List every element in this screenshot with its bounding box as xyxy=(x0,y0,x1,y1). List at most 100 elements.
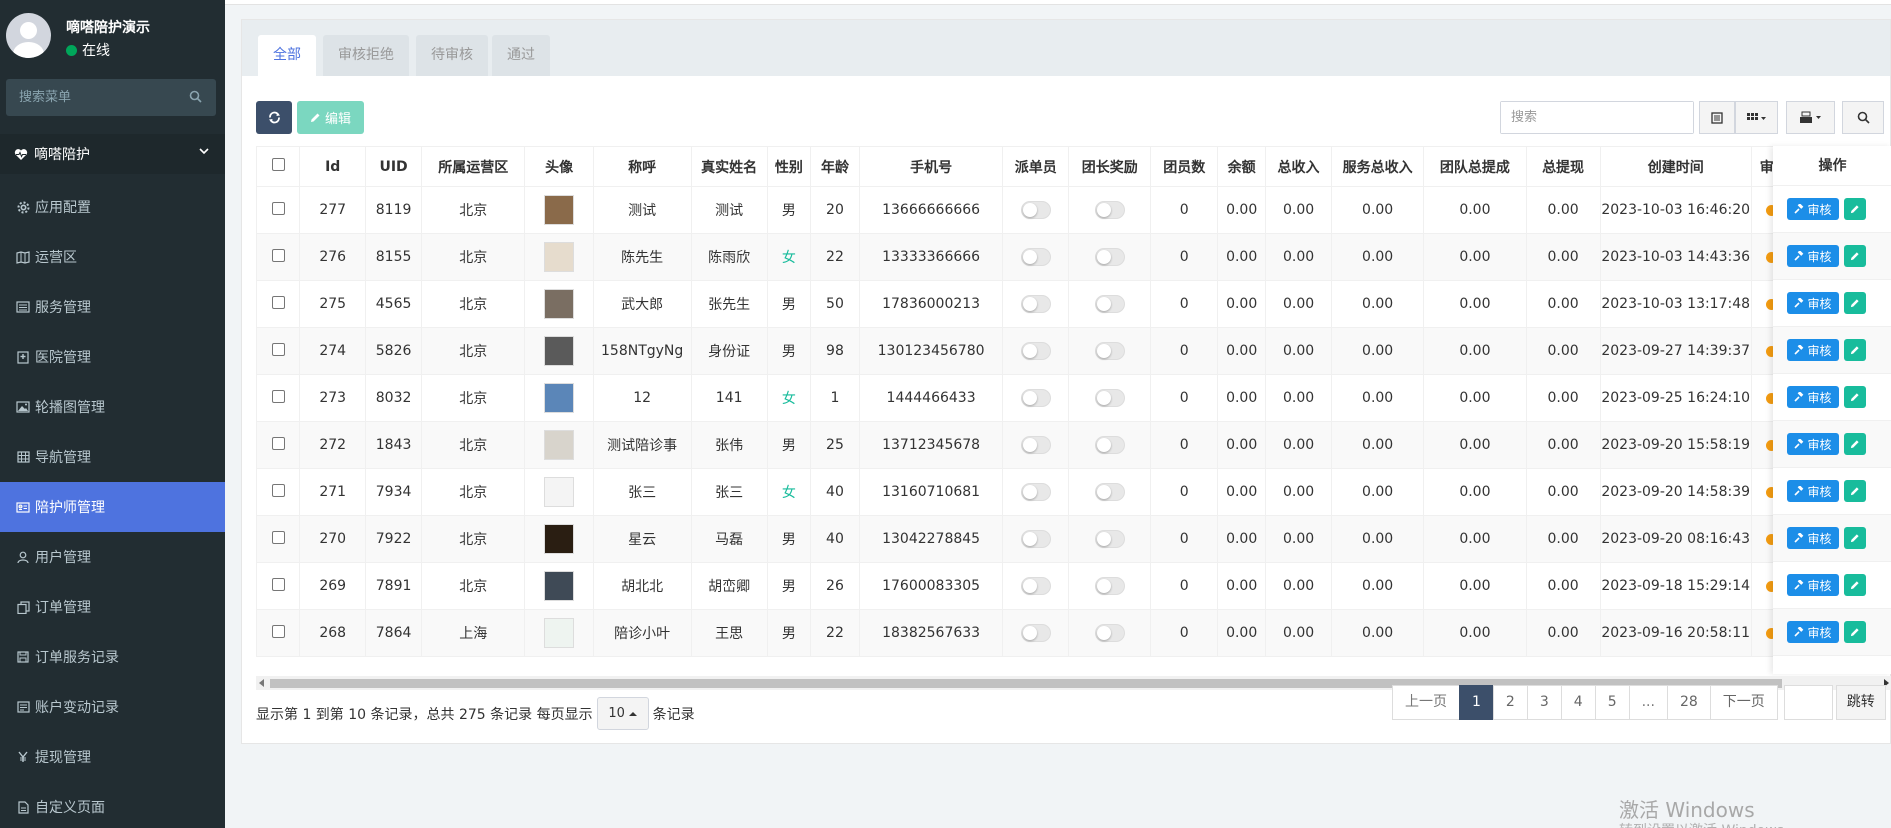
row-checkbox[interactable] xyxy=(271,577,285,591)
export-button[interactable] xyxy=(1786,101,1835,134)
avatar-thumbnail[interactable] xyxy=(544,383,575,413)
leader-reward-toggle[interactable] xyxy=(1094,530,1125,548)
table-row[interactable]: 270 7922 北京 星云 马磊男 40 13042278845 0 0.00 0.00 0.00… xyxy=(256,515,1891,563)
dispatcher-toggle[interactable] xyxy=(1020,342,1051,360)
audit-button[interactable]: 审核 xyxy=(1787,527,1839,549)
edit-row-button[interactable] xyxy=(1844,574,1866,596)
avatar-thumbnail[interactable] xyxy=(544,477,575,507)
prev-page-button[interactable]: 上一页 xyxy=(1392,685,1460,720)
page-button[interactable]: 1 xyxy=(1459,685,1494,720)
select-all-checkbox[interactable] xyxy=(271,158,285,171)
avatar-thumbnail[interactable] xyxy=(544,289,575,319)
col-header[interactable]: 性别 xyxy=(766,146,812,187)
leader-reward-toggle[interactable] xyxy=(1094,624,1125,642)
tab-rejected[interactable]: 审核拒绝 xyxy=(323,35,409,76)
sidebar-item[interactable]: 订单管理 xyxy=(0,582,225,632)
refresh-button[interactable] xyxy=(256,101,292,134)
sidebar-item[interactable]: 账户变动记录 xyxy=(0,682,225,732)
dispatcher-toggle[interactable] xyxy=(1020,248,1051,266)
edit-row-button[interactable] xyxy=(1844,198,1866,220)
audit-button[interactable]: 审核 xyxy=(1787,339,1839,361)
col-header[interactable]: 真实姓名 xyxy=(690,146,768,187)
menu-section-header[interactable]: 嘀嗒陪护 xyxy=(0,134,225,174)
audit-button[interactable]: 审核 xyxy=(1787,480,1839,502)
table-row[interactable]: 273 8032 北京 12 141 女 1 1444466433 0 0.00 0.00 0.00 0… xyxy=(256,374,1891,422)
page-button[interactable]: 5 xyxy=(1594,685,1630,720)
toggle-view-button[interactable] xyxy=(1699,101,1735,134)
sidebar-item[interactable]: 服务管理 xyxy=(0,282,225,332)
page-button[interactable]: 28 xyxy=(1666,685,1711,720)
sidebar-item[interactable]: 用户管理 xyxy=(0,532,225,582)
col-header[interactable]: 总提现 xyxy=(1525,146,1601,187)
row-checkbox[interactable] xyxy=(271,624,285,638)
dispatcher-toggle[interactable] xyxy=(1020,389,1051,407)
col-header[interactable]: UID xyxy=(365,146,422,187)
sidebar-item[interactable]: 应用配置 xyxy=(0,182,225,232)
edit-row-button[interactable] xyxy=(1844,386,1866,408)
leader-reward-toggle[interactable] xyxy=(1094,389,1125,407)
menu-search-input[interactable] xyxy=(6,79,216,116)
avatar-thumbnail[interactable] xyxy=(544,430,575,460)
audit-button[interactable]: 审核 xyxy=(1787,245,1839,267)
sidebar-item[interactable]: 订单服务记录 xyxy=(0,632,225,682)
row-checkbox[interactable] xyxy=(271,342,285,356)
table-row[interactable]: 275 4565 北京 武大郎 张先生男 50 17836000213 0 0.00 0.00 0.… xyxy=(256,280,1891,328)
search-icon[interactable] xyxy=(189,90,202,103)
edit-button[interactable]: 编辑 xyxy=(297,101,364,134)
col-header[interactable]: 手机号 xyxy=(858,146,1004,187)
edit-row-button[interactable] xyxy=(1844,433,1866,455)
avatar-thumbnail[interactable] xyxy=(544,242,575,272)
col-header[interactable]: 称呼 xyxy=(592,146,692,187)
col-header[interactable]: 余额 xyxy=(1217,146,1267,187)
col-header[interactable]: 总收入 xyxy=(1265,146,1333,187)
audit-button[interactable]: 审核 xyxy=(1787,292,1839,314)
dispatcher-toggle[interactable] xyxy=(1020,295,1051,313)
row-checkbox[interactable] xyxy=(271,483,285,497)
search-button[interactable] xyxy=(1842,101,1884,134)
dispatcher-toggle[interactable] xyxy=(1020,436,1051,454)
row-checkbox[interactable] xyxy=(271,248,285,262)
sidebar-item[interactable]: 医院管理 xyxy=(0,332,225,382)
sidebar-item[interactable]: 运营区 xyxy=(0,232,225,282)
leader-reward-toggle[interactable] xyxy=(1094,436,1125,454)
edit-row-button[interactable] xyxy=(1844,527,1866,549)
audit-button[interactable]: 审核 xyxy=(1787,621,1839,643)
col-header[interactable]: 团长奖励 xyxy=(1068,146,1152,187)
sidebar-item[interactable]: 自定义页面 xyxy=(0,782,225,828)
audit-button[interactable]: 审核 xyxy=(1787,198,1839,220)
dispatcher-toggle[interactable] xyxy=(1020,624,1051,642)
col-header[interactable]: 团员数 xyxy=(1150,146,1219,187)
table-search-input[interactable] xyxy=(1501,102,1693,133)
table-row[interactable]: 269 7891 北京 胡北北 胡峦卿男 26 17600083305 0 0.00 0.00 0.… xyxy=(256,562,1891,610)
avatar-thumbnail[interactable] xyxy=(544,195,575,225)
table-row[interactable]: 271 7934 北京 张三 张三女 40 13160710681 0 0.00 0.00 0.00… xyxy=(256,468,1891,516)
next-page-button[interactable]: 下一页 xyxy=(1709,685,1778,720)
table-row[interactable]: 276 8155 北京 陈先生 陈雨欣女 22 13333366666 0 0.00 0.00 0.… xyxy=(256,233,1891,281)
col-header[interactable]: 服务总收入 xyxy=(1331,146,1425,187)
leader-reward-toggle[interactable] xyxy=(1094,295,1125,313)
avatar-thumbnail[interactable] xyxy=(544,571,575,601)
scroll-left-icon[interactable] xyxy=(259,679,265,687)
row-checkbox[interactable] xyxy=(271,530,285,544)
sidebar-item[interactable]: 导航管理 xyxy=(0,432,225,482)
avatar-thumbnail[interactable] xyxy=(544,618,575,648)
edit-row-button[interactable] xyxy=(1844,621,1866,643)
col-header[interactable]: 团队总提成 xyxy=(1423,146,1527,187)
edit-row-button[interactable] xyxy=(1844,480,1866,502)
leader-reward-toggle[interactable] xyxy=(1094,342,1125,360)
leader-reward-toggle[interactable] xyxy=(1094,577,1125,595)
page-button[interactable]: 2 xyxy=(1492,685,1528,720)
edit-row-button[interactable] xyxy=(1844,339,1866,361)
tab-all[interactable]: 全部 xyxy=(258,35,316,76)
col-header[interactable]: 所属运营区 xyxy=(420,146,526,187)
tab-approved[interactable]: 通过 xyxy=(492,35,550,76)
dispatcher-toggle[interactable] xyxy=(1020,201,1051,219)
row-checkbox[interactable] xyxy=(271,436,285,450)
sidebar-item[interactable]: 提现管理 xyxy=(0,732,225,782)
audit-button[interactable]: 审核 xyxy=(1787,433,1839,455)
goto-page-input[interactable] xyxy=(1783,685,1833,720)
row-checkbox[interactable] xyxy=(271,201,285,215)
col-header[interactable]: 年龄 xyxy=(810,146,860,187)
table-row[interactable]: 272 1843 北京 测试陪诊事 张伟男 25 13712345678 0 0.00 0.00 0… xyxy=(256,421,1891,469)
leader-reward-toggle[interactable] xyxy=(1094,483,1125,501)
